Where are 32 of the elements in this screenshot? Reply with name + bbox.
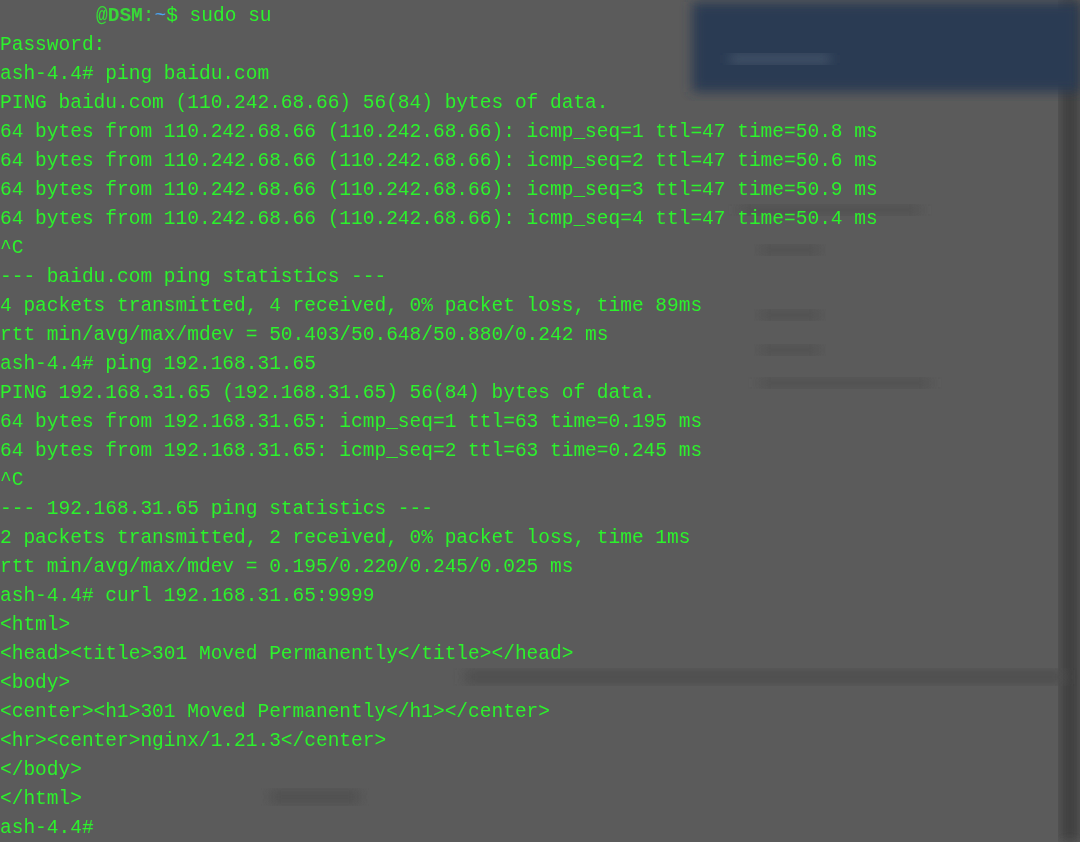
- terminal-line: PING baidu.com (110.242.68.66) 56(84) bytes of data.: [0, 91, 609, 116]
- terminal-line: 64 bytes from 110.242.68.66 (110.242.68.66): icmp_seq=3 ttl=47 time=50.9 ms: [0, 178, 878, 203]
- terminal-line: 4 packets transmitted, 4 received, 0% packet loss, time 89ms: [0, 294, 703, 319]
- terminal-line: 64 bytes from 110.242.68.66 (110.242.68.66): icmp_seq=2 ttl=47 time=50.6 ms: [0, 149, 878, 174]
- terminal-line: --- 192.168.31.65 ping statistics ---: [0, 497, 433, 522]
- terminal-line: 64 bytes from 110.242.68.66 (110.242.68.66): icmp_seq=1 ttl=47 time=50.8 ms: [0, 120, 878, 145]
- terminal-line: ash-4.4# ping baidu.com: [0, 62, 270, 87]
- prompt-path: ~: [154, 4, 167, 29]
- terminal-line: </body>: [0, 758, 82, 783]
- terminal-line: ^C: [0, 236, 24, 261]
- terminal-line: ash-4.4#: [0, 816, 94, 841]
- prompt-command: $ sudo su: [166, 4, 272, 29]
- terminal-line: PING 192.168.31.65 (192.168.31.65) 56(84) bytes of data.: [0, 381, 656, 406]
- terminal-line: rtt min/avg/max/mdev = 0.195/0.220/0.245/0.025 ms: [0, 555, 574, 580]
- terminal-line: Password:: [0, 33, 106, 58]
- terminal-line: </html>: [0, 787, 82, 812]
- terminal-line: <hr><center>nginx/1.21.3</center>: [0, 729, 387, 754]
- terminal-line: <center><h1>301 Moved Permanently</h1></center>: [0, 700, 550, 725]
- terminal-line: <body>: [0, 671, 71, 696]
- terminal-line: --- baidu.com ping statistics ---: [0, 265, 387, 290]
- terminal-line: ash-4.4# curl 192.168.31.65:9999: [0, 584, 375, 609]
- terminal-line: 64 bytes from 110.242.68.66 (110.242.68.66): icmp_seq=4 ttl=47 time=50.4 ms: [0, 207, 878, 232]
- terminal-line: ash-4.4# ping 192.168.31.65: [0, 352, 316, 377]
- terminal-line: rtt min/avg/max/mdev = 50.403/50.648/50.880/0.242 ms: [0, 323, 609, 348]
- terminal-line: 2 packets transmitted, 2 received, 0% packet loss, time 1ms: [0, 526, 691, 551]
- terminal-line: 64 bytes from 192.168.31.65: icmp_seq=2 ttl=63 time=0.245 ms: [0, 439, 703, 464]
- terminal-line: 64 bytes from 192.168.31.65: icmp_seq=1 ttl=63 time=0.195 ms: [0, 410, 703, 435]
- terminal-line: <html>: [0, 613, 71, 638]
- terminal-line: <head><title>301 Moved Permanently</title></head>: [0, 642, 574, 667]
- prompt-host: @DSM: [96, 4, 143, 29]
- terminal-line: ^C: [0, 468, 24, 493]
- prompt-separator: :: [142, 4, 155, 29]
